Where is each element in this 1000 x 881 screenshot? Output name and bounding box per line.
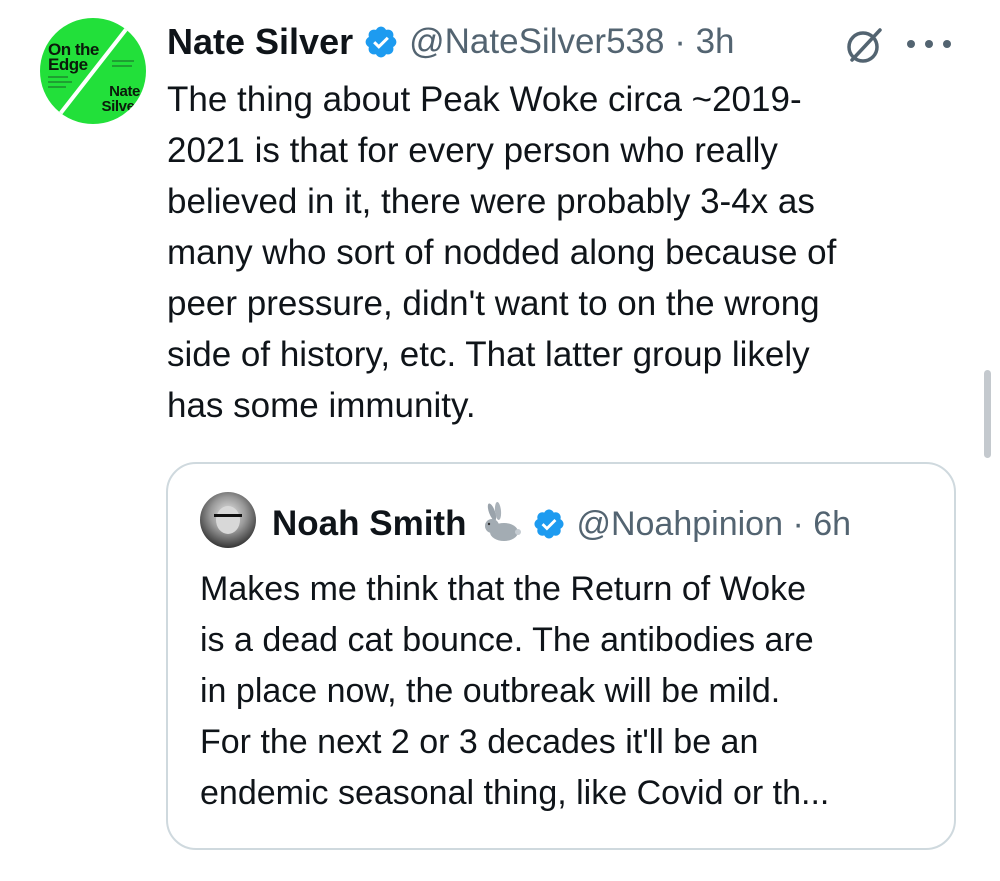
grok-icon[interactable]: [842, 22, 888, 68]
author-name[interactable]: Nate Silver: [167, 21, 353, 63]
quoted-tweet[interactable]: Noah Smith @Noahpinion · 6h Makes me thi…: [166, 462, 956, 850]
scrollbar[interactable]: [984, 370, 991, 458]
quoted-author-handle-and-time[interactable]: @Noahpinion · 6h: [576, 505, 851, 544]
avatar-book-author: Nate Silver: [101, 83, 141, 115]
more-options-icon[interactable]: [907, 36, 951, 52]
verified-badge-icon[interactable]: [532, 507, 566, 541]
avatar-fine-print: [48, 81, 72, 83]
avatar-fine-print: [112, 65, 132, 67]
avatar-fine-print: [48, 86, 66, 88]
author-avatar[interactable]: On the Edge Nate Silver: [40, 18, 146, 124]
avatar-fine-print: [48, 76, 68, 78]
verified-badge-icon[interactable]: [363, 24, 399, 60]
tweet-header: Nate Silver @NateSilver538 · 3h: [167, 20, 735, 64]
author-handle-and-time[interactable]: @NateSilver538 · 3h: [409, 22, 734, 62]
avatar-book-title: On the Edge: [48, 40, 99, 74]
avatar-glasses: [214, 514, 242, 523]
tweet[interactable]: On the Edge Nate Silver Nate Silver @Nat…: [0, 0, 1000, 881]
quoted-tweet-header: Noah Smith @Noahpinion · 6h: [272, 500, 851, 548]
avatar-fine-print: [112, 60, 134, 62]
quoted-author-avatar[interactable]: [200, 492, 256, 548]
quoted-tweet-text: Makes me think that the Return of Woke i…: [200, 570, 830, 812]
rabbit-icon: [485, 502, 522, 541]
tweet-text: The thing about Peak Woke circa ~2019- 2…: [167, 80, 837, 425]
quoted-author-name[interactable]: Noah Smith: [272, 504, 466, 544]
